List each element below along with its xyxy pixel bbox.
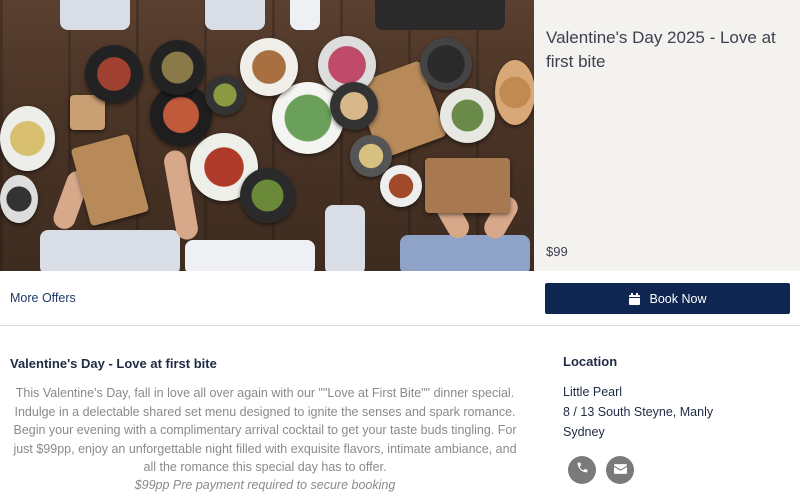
location-section: Location Little Pearl 8 / 13 South Steyn…: [563, 354, 783, 484]
offer-description: Valentine's Day - Love at first bite Thi…: [10, 356, 520, 494]
book-now-label: Book Now: [649, 291, 707, 306]
hero-image: [0, 0, 534, 271]
book-now-button[interactable]: Book Now: [545, 283, 790, 314]
description-body: This Valentine's Day, fall in love all o…: [13, 386, 517, 474]
more-offers-link[interactable]: More Offers: [10, 291, 76, 305]
phone-button[interactable]: [568, 456, 596, 484]
phone-icon: [576, 461, 589, 479]
calendar-icon: [628, 292, 640, 305]
envelope-icon: [613, 461, 627, 479]
contact-icons: [568, 456, 783, 484]
action-bar: More Offers Book Now: [0, 271, 800, 326]
offer-info-panel: Valentine's Day 2025 - Love at first bit…: [534, 0, 800, 271]
prepayment-note: $99pp Pre payment required to secure boo…: [134, 477, 396, 492]
venue-address: 8 / 13 South Steyne, Manly: [563, 405, 714, 419]
email-button[interactable]: [606, 456, 634, 484]
venue-city: Sydney: [563, 425, 605, 439]
description-title: Valentine's Day - Love at first bite: [10, 356, 217, 371]
offer-title: Valentine's Day 2025 - Love at first bit…: [546, 28, 776, 71]
venue-name: Little Pearl: [563, 385, 623, 399]
offer-price: $99: [546, 244, 568, 259]
location-heading: Location: [563, 354, 618, 369]
